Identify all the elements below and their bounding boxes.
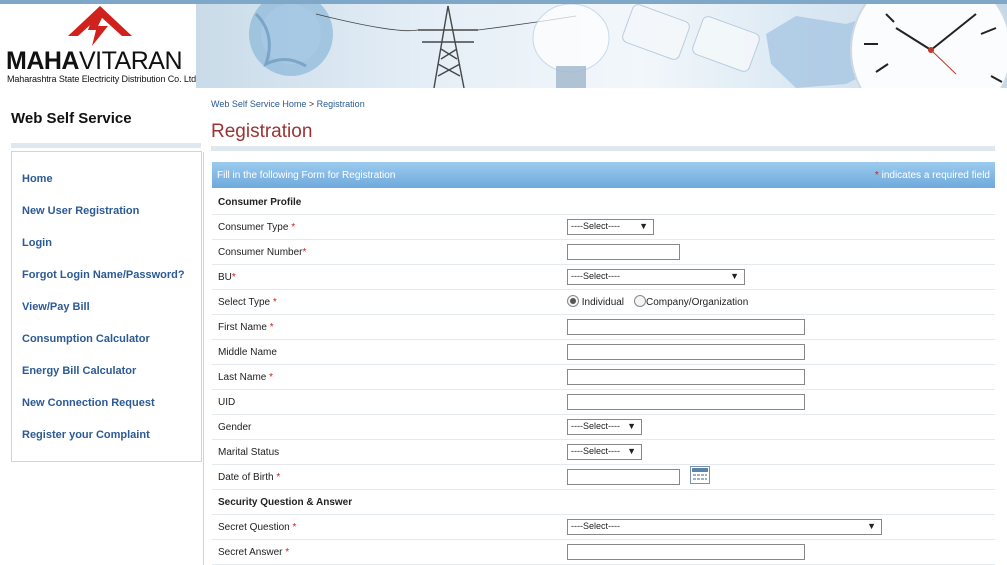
radio-unchecked-icon[interactable] xyxy=(634,295,646,307)
last-name-input[interactable] xyxy=(567,369,805,385)
row-first-name: First Name * xyxy=(212,315,995,340)
secret-answer-input[interactable] xyxy=(567,544,805,560)
breadcrumb: Web Self Service Home > Registration xyxy=(211,99,365,109)
row-bu: BU* ----Select---- ▼ xyxy=(212,265,995,290)
lightning-logo-icon xyxy=(68,6,132,46)
gender-select[interactable]: ----Select---- ▼ xyxy=(567,419,642,435)
dropdown-arrow-icon: ▼ xyxy=(867,521,876,531)
sidebar-item-register-complaint[interactable]: Register your Complaint xyxy=(22,429,150,441)
row-gender: Gender ----Select---- ▼ xyxy=(212,415,995,440)
header-banner xyxy=(196,4,1007,88)
sidebar-item-consumption-calculator[interactable]: Consumption Calculator xyxy=(22,333,150,345)
dropdown-arrow-icon: ▼ xyxy=(627,446,636,456)
row-uid: UID xyxy=(212,390,995,415)
page-title: Registration xyxy=(211,121,313,142)
sidebar-item-new-user-registration[interactable]: New User Registration xyxy=(22,205,139,217)
row-middle-name: Middle Name xyxy=(212,340,995,365)
sidebar-item-login[interactable]: Login xyxy=(22,237,52,249)
sidebar-item-energy-bill-calculator[interactable]: Energy Bill Calculator xyxy=(22,365,136,377)
brand-name: MAHAVITARAN xyxy=(6,47,183,75)
sidebar-item-home[interactable]: Home xyxy=(22,173,53,185)
radio-checked-icon[interactable] xyxy=(567,295,579,307)
consumer-type-select[interactable]: ----Select---- ▼ xyxy=(567,219,654,235)
calendar-icon[interactable] xyxy=(690,466,710,484)
first-name-input[interactable] xyxy=(567,319,805,335)
row-secret-answer: Secret Answer * xyxy=(212,540,995,565)
sidebar-title: Web Self Service xyxy=(11,110,132,127)
date-of-birth-input[interactable] xyxy=(567,469,680,485)
row-secret-question: Secret Question * ----Select---- ▼ xyxy=(212,515,995,540)
dropdown-arrow-icon: ▼ xyxy=(730,271,739,281)
secret-question-select[interactable]: ----Select---- ▼ xyxy=(567,519,882,535)
sidebar-nav: Home New User Registration Login Forgot … xyxy=(11,151,202,462)
radio-individual[interactable]: Individual xyxy=(567,295,624,308)
form-header: Fill in the following Form for Registrat… xyxy=(212,162,995,188)
required-field-note: * indicates a required field xyxy=(874,170,990,181)
row-last-name: Last Name * xyxy=(212,365,995,390)
title-divider xyxy=(211,146,995,151)
company-logo: MAHAVITARAN Maharashtra State Electricit… xyxy=(0,4,199,88)
sidebar-item-forgot-login[interactable]: Forgot Login Name/Password? xyxy=(22,269,185,281)
middle-name-input[interactable] xyxy=(567,344,805,360)
bu-select[interactable]: ----Select---- ▼ xyxy=(567,269,745,285)
dropdown-arrow-icon: ▼ xyxy=(627,421,636,431)
row-marital-status: Marital Status ----Select---- ▼ xyxy=(212,440,995,465)
row-date-of-birth: Date of Birth * xyxy=(212,465,995,490)
dropdown-arrow-icon: ▼ xyxy=(639,221,648,231)
row-consumer-number: Consumer Number* xyxy=(212,240,995,265)
breadcrumb-home-link[interactable]: Web Self Service Home xyxy=(211,99,306,109)
marital-status-select[interactable]: ----Select---- ▼ xyxy=(567,444,642,460)
sidebar-divider xyxy=(11,143,201,148)
uid-input[interactable] xyxy=(567,394,805,410)
form-header-instructions: Fill in the following Form for Registrat… xyxy=(217,170,396,181)
registration-form: Fill in the following Form for Registrat… xyxy=(203,152,1007,565)
sidebar-item-new-connection-request[interactable]: New Connection Request xyxy=(22,397,155,409)
row-select-type: Select Type * Individual Company/Organiz… xyxy=(212,290,995,315)
section-security-question: Security Question & Answer xyxy=(212,490,995,515)
breadcrumb-separator: > xyxy=(308,99,315,109)
section-consumer-profile: Consumer Profile xyxy=(212,190,995,215)
brand-subtitle: Maharashtra State Electricity Distributi… xyxy=(7,74,199,84)
consumer-number-input[interactable] xyxy=(567,244,680,260)
breadcrumb-current[interactable]: Registration xyxy=(317,99,365,109)
sidebar-item-view-pay-bill[interactable]: View/Pay Bill xyxy=(22,301,90,313)
row-consumer-type: Consumer Type * ----Select---- ▼ xyxy=(212,215,995,240)
radio-company-organization[interactable]: Company/Organization xyxy=(634,295,748,308)
